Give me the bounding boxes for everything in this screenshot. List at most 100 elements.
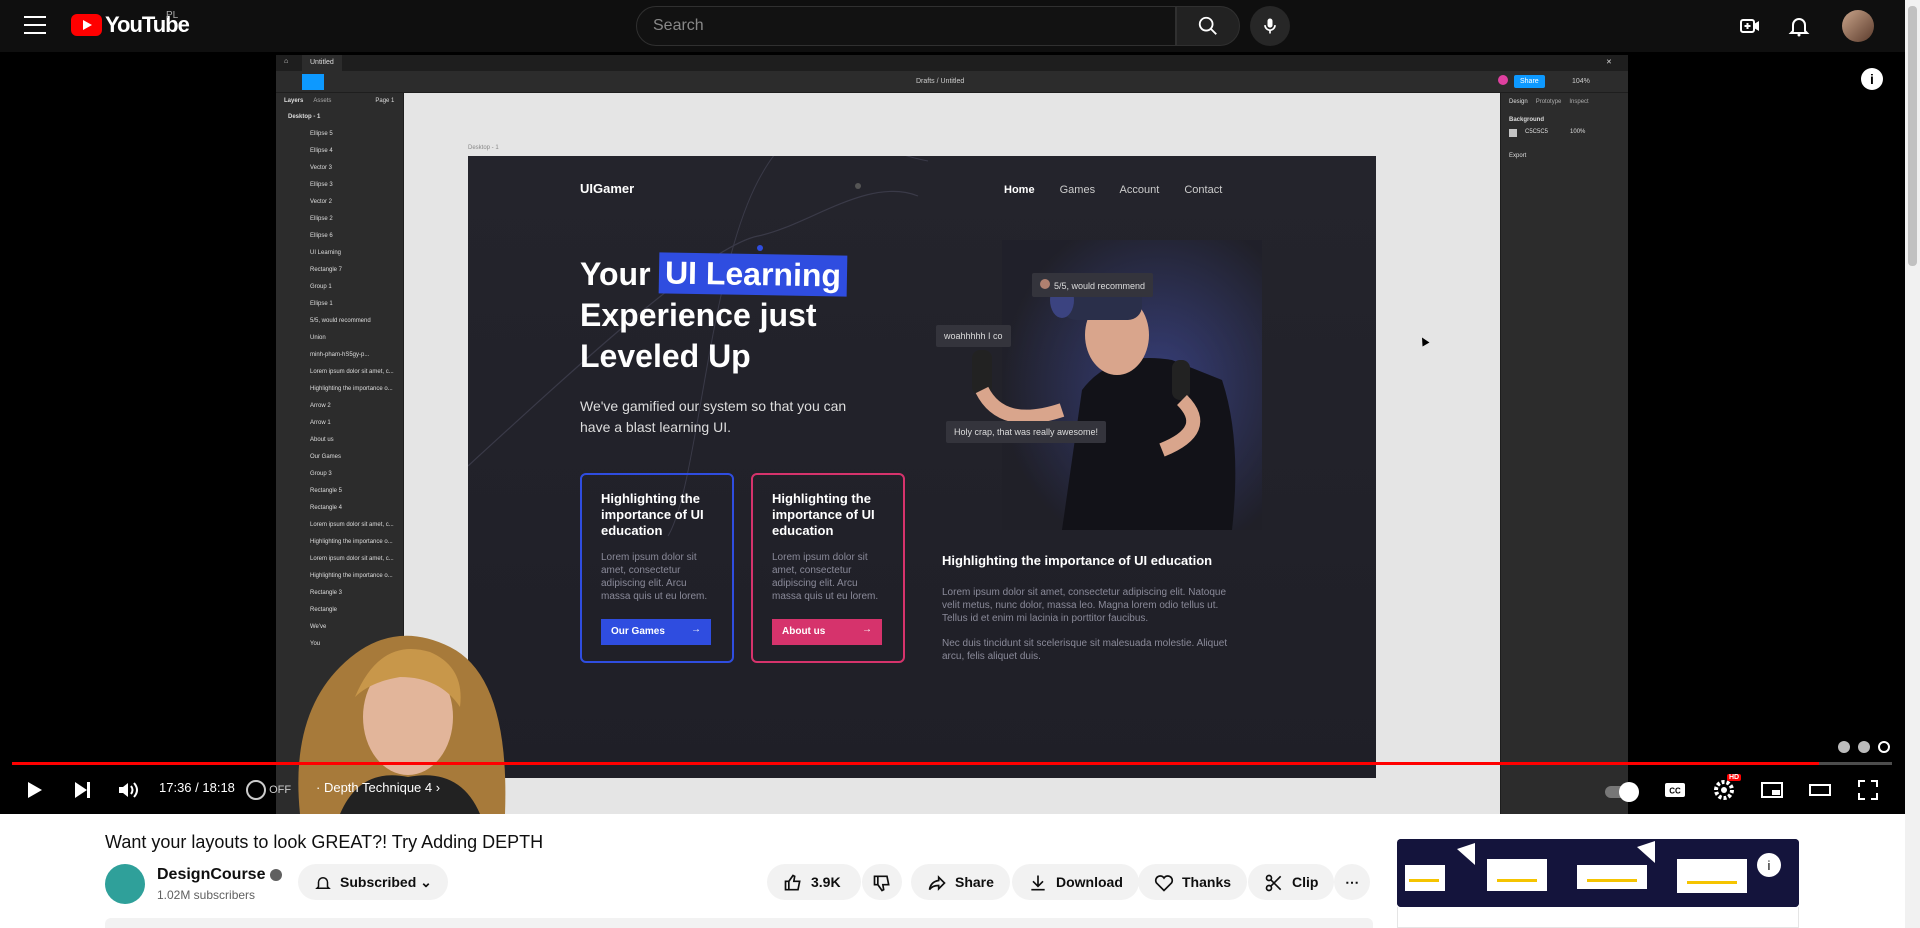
thumbs-up-icon (784, 874, 801, 891)
search-input[interactable]: Search (636, 6, 1176, 46)
fullscreen-icon[interactable] (1856, 778, 1880, 802)
chevron-down-icon: ⌄ (420, 874, 432, 890)
autoplay-toggle[interactable]: OFF (246, 780, 291, 800)
review-bubble: Holy crap, that was really awesome! (946, 421, 1107, 443)
figma-design-panel: Design Prototype Inspect Background C5C5… (1500, 93, 1628, 814)
prototype-tab[interactable]: Prototype (1536, 99, 1562, 105)
layers-tab[interactable]: Layers (284, 93, 303, 109)
nav-home[interactable]: Home (1004, 184, 1035, 196)
video-player[interactable]: ⌂ Untitled ✕ Drafts / Untitled Share 104… (0, 52, 1905, 814)
video-title: Want your layouts to look GREAT?! Try Ad… (105, 832, 544, 852)
menu-icon[interactable] (24, 16, 46, 36)
next-icon[interactable] (70, 778, 94, 802)
figma-tabbar: ⌂ Untitled ✕ (276, 55, 1628, 71)
layer-item[interactable]: Highlighting the importance o... (276, 568, 403, 585)
figma-zoom[interactable]: 104% (1572, 78, 1590, 85)
thanks-button[interactable]: Thanks (1138, 864, 1248, 900)
card-about: Highlighting the importance of UI educat… (751, 473, 905, 663)
layer-item[interactable]: Arrow 2 (276, 398, 403, 415)
layer-item[interactable]: Rectangle 7 (276, 262, 403, 279)
figma-share-button[interactable]: Share (1514, 75, 1545, 88)
layer-item[interactable]: Rectangle 5 (276, 483, 403, 500)
subscriber-count: 1.02M subscribers (157, 888, 256, 902)
layer-item[interactable]: Highlighting the importance o... (276, 534, 403, 551)
channel-name[interactable]: DesignCourse (157, 866, 282, 884)
assets-tab[interactable]: Assets (313, 93, 331, 109)
layer-item[interactable]: UI Learning (276, 245, 403, 262)
layer-item[interactable]: Ellipse 3 (276, 177, 403, 194)
background-hex[interactable]: C5C5C5 (1525, 129, 1548, 137)
country-code: PL (166, 10, 179, 21)
about-us-button[interactable]: About us → (772, 619, 882, 645)
layer-item[interactable]: Lorem ipsum dolor sit amet, c... (276, 517, 403, 534)
verified-icon (269, 868, 282, 881)
info-icon[interactable]: i (1861, 68, 1883, 90)
figma-tab[interactable]: Untitled (302, 55, 342, 71)
layer-item[interactable]: Union (276, 330, 403, 347)
layer-item[interactable]: Vector 2 (276, 194, 403, 211)
inspect-tab[interactable]: Inspect (1569, 99, 1588, 105)
nav-account[interactable]: Account (1120, 184, 1160, 196)
layer-item[interactable]: 5/5, would recommend (276, 313, 403, 330)
share-button[interactable]: Share (911, 864, 1010, 900)
page-selector[interactable]: Page 1 (375, 93, 394, 109)
layer-item[interactable]: minh-pham-hS5gy-p... (276, 347, 403, 364)
create-video-icon[interactable] (1738, 14, 1762, 38)
color-swatch[interactable] (1509, 129, 1517, 137)
layer-item[interactable]: Lorem ipsum dolor sit amet, c... (276, 551, 403, 568)
layer-item[interactable]: Group 1 (276, 279, 403, 296)
nav-games[interactable]: Games (1060, 184, 1095, 196)
chapter-title[interactable]: · Depth Technique 4 › (316, 780, 440, 795)
miniplayer-icon[interactable] (1760, 778, 1784, 802)
channel-avatar[interactable] (105, 864, 145, 904)
dislike-button[interactable] (862, 864, 902, 900)
subscribed-button[interactable]: Subscribed ⌄ (298, 864, 448, 900)
like-button[interactable]: 3.9K (767, 864, 861, 900)
download-button[interactable]: Download (1012, 864, 1139, 900)
autoplay-switch-knob (1619, 782, 1639, 802)
layer-item[interactable]: Ellipse 2 (276, 211, 403, 228)
layer-item[interactable]: Ellipse 5 (276, 126, 403, 143)
user-avatar[interactable] (1842, 10, 1874, 42)
settings-gear-icon[interactable] (1712, 778, 1736, 802)
layer-item[interactable]: Ellipse 1 (276, 296, 403, 313)
layer-item[interactable]: Our Games (276, 449, 403, 466)
review-text: woahhhhh I co (944, 331, 1003, 341)
clip-button[interactable]: Clip (1248, 864, 1335, 900)
sidebar-ad-banner[interactable]: i (1397, 839, 1799, 907)
search-button[interactable] (1176, 6, 1240, 46)
layer-item[interactable]: Ellipse 4 (276, 143, 403, 160)
frame-layer[interactable]: Desktop - 1 (276, 109, 403, 126)
svg-text:CC: CC (1669, 787, 1681, 796)
layer-item[interactable]: About us (276, 432, 403, 449)
card-games: Highlighting the importance of UI educat… (580, 473, 734, 663)
autoplay-dots (1838, 740, 1890, 758)
layer-item[interactable]: Ellipse 6 (276, 228, 403, 245)
figma-canvas[interactable]: Desktop - 1 UIGamer Home Games Account C… (404, 93, 1500, 814)
scrollbar-thumb[interactable] (1908, 6, 1917, 266)
layer-item[interactable]: Group 3 (276, 466, 403, 483)
export-section[interactable]: Export (1501, 137, 1628, 175)
layer-item[interactable]: Vector 3 (276, 160, 403, 177)
subtitles-icon[interactable]: CC (1663, 778, 1687, 802)
layer-item[interactable]: Lorem ipsum dolor sit amet, c... (276, 364, 403, 381)
background-opacity[interactable]: 100% (1570, 129, 1585, 137)
play-icon[interactable] (22, 778, 46, 802)
volume-icon[interactable] (116, 778, 140, 802)
theater-mode-icon[interactable] (1808, 778, 1832, 802)
progress-bar[interactable] (12, 762, 1892, 765)
layer-item[interactable]: Highlighting the importance o... (276, 381, 403, 398)
clip-label: Clip (1292, 874, 1319, 890)
notifications-bell-icon[interactable] (1787, 14, 1811, 38)
design-tab[interactable]: Design (1509, 99, 1528, 105)
voice-search-button[interactable] (1250, 6, 1290, 46)
layer-item[interactable]: Arrow 1 (276, 415, 403, 432)
nav-contact[interactable]: Contact (1184, 184, 1222, 196)
youtube-logo-icon[interactable] (71, 14, 102, 36)
more-actions-icon[interactable]: ⋯ (1334, 864, 1370, 900)
our-games-button[interactable]: Our Games → (601, 619, 711, 645)
figma-breadcrumb[interactable]: Drafts / Untitled (916, 78, 964, 85)
figma-user-avatar (1498, 75, 1508, 85)
like-count: 3.9K (811, 874, 841, 890)
layer-item[interactable]: Rectangle 4 (276, 500, 403, 517)
